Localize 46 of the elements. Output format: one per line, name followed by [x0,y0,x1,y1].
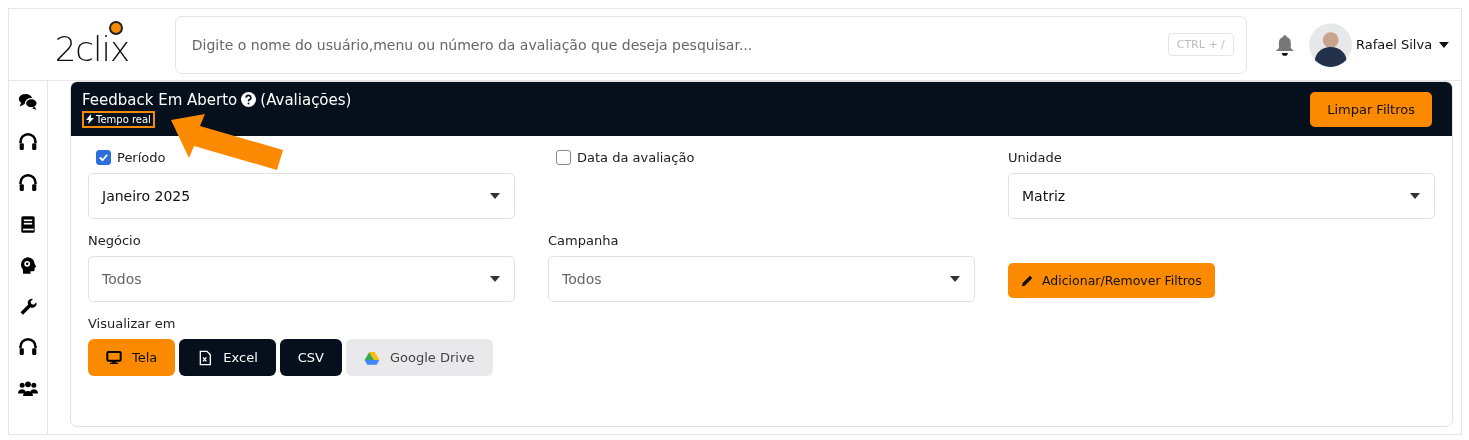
pencil-icon [1021,274,1034,287]
filter-label: Unidade [1008,150,1063,165]
filter-label: Campanha [548,233,620,248]
select-field[interactable]: Matriz [1008,173,1435,219]
help-icon[interactable] [241,92,257,107]
realtime-badge: Tempo real [82,110,155,128]
select-field[interactable]: Janeiro 2025 [88,173,515,219]
select-field[interactable]: Todos [88,256,515,302]
add-remove-filters-button[interactable]: Adicionar/Remover Filtros [1008,263,1215,298]
headset-icon[interactable] [18,337,38,358]
panel-subtitle: (Avaliações) [260,90,352,109]
clear-filters-button[interactable]: Limpar Filtros [1310,91,1432,127]
view-option[interactable]: Google Drive [346,339,493,376]
head-gear-icon[interactable] [18,255,38,276]
excel-file-icon [197,349,214,366]
shortcut-hint: CTRL + / [1167,33,1234,56]
headset-icon[interactable] [18,132,38,153]
drive-icon [364,349,380,366]
check-icon [98,152,109,163]
logo: 2clix [54,20,130,69]
search-field[interactable]: Digite o nome do usuário,menu ou número da avaliação que deseja pesquisar... [189,35,1168,54]
select-field[interactable]: Todos [548,256,975,302]
filter-label: Negócio [88,233,142,248]
chat-icon[interactable] [18,91,38,112]
view-label: Visualizar em [88,316,177,331]
headset-icon[interactable] [18,173,38,194]
caret-icon [950,276,960,282]
caret-icon [490,193,500,199]
filter-label: Data da avaliação [577,150,695,165]
filter-label: Período [117,150,166,165]
avatar[interactable] [1308,22,1352,67]
user-name[interactable]: Rafael Silva [1355,37,1433,52]
monitor-icon [106,349,122,366]
checkbox[interactable] [556,150,571,165]
panel-title: Feedback Em Aberto [82,90,238,109]
wrench-icon[interactable] [18,296,38,317]
caret-icon[interactable] [1439,41,1449,48]
view-option[interactable]: Excel [179,339,276,376]
view-option[interactable]: CSV [279,339,342,376]
caret-icon [490,276,500,282]
caret-icon [1410,193,1420,199]
book-icon[interactable] [18,214,38,235]
users-icon[interactable] [18,378,38,399]
checkbox[interactable] [96,150,111,165]
view-option[interactable]: Tela [88,339,176,376]
bell-icon[interactable] [1274,33,1295,56]
